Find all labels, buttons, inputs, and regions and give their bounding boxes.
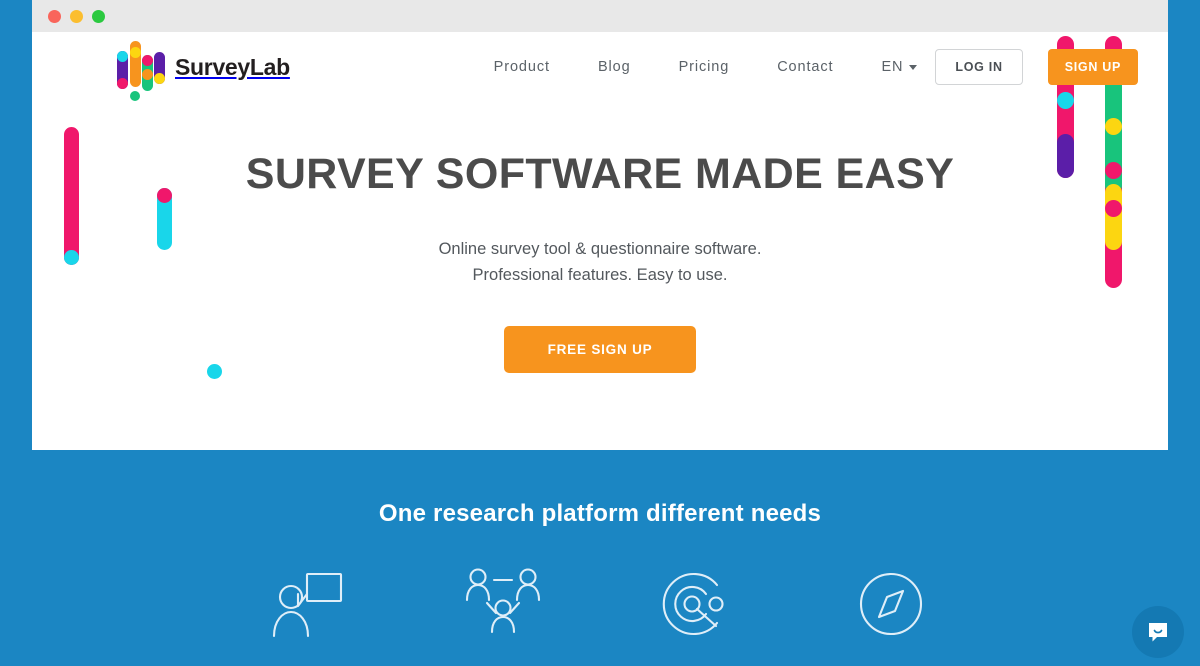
nav-item-blog[interactable]: Blog	[574, 59, 655, 75]
surveylab-bars-logo-icon	[117, 39, 165, 101]
language-selector[interactable]: EN	[857, 59, 935, 75]
brand-logo-link[interactable]: SurveyLab	[117, 39, 290, 101]
hero-subtitle: Online survey tool & questionnaire softw…	[32, 237, 1168, 288]
window-minimize-button[interactable]	[70, 9, 83, 23]
logo-bar-8	[142, 69, 153, 80]
nav-item-pricing[interactable]: Pricing	[655, 59, 754, 75]
chevron-down-icon	[909, 64, 918, 70]
customer-feedback-icon[interactable]	[271, 566, 347, 642]
hero-subtitle-line-2: Professional features. Easy to use.	[472, 265, 728, 284]
site-header: SurveyLab Product Blog Pricing Contact E…	[32, 32, 1168, 102]
logo-bar-7	[142, 55, 153, 66]
website-viewport: SurveyLab Product Blog Pricing Contact E…	[32, 32, 1168, 450]
employee-network-icon[interactable]	[465, 566, 541, 642]
compass-icon[interactable]	[853, 566, 929, 642]
feature-icon-row	[0, 566, 1200, 642]
signup-button[interactable]: SIGN UP	[1047, 49, 1138, 85]
hero-subtitle-line-1: Online survey tool & questionnaire softw…	[438, 240, 762, 258]
logo-bar-10	[154, 73, 165, 84]
nav-item-contact[interactable]: Contact	[753, 59, 857, 75]
logo-bar-5	[130, 91, 140, 101]
logo-bar-2	[117, 78, 128, 89]
hero-section: SURVEY SOFTWARE MADE EASY Online survey …	[32, 102, 1168, 374]
chat-widget-button[interactable]	[1132, 606, 1184, 658]
login-button[interactable]: LOG IN	[935, 49, 1023, 85]
nav-item-product[interactable]: Product	[470, 59, 574, 75]
main-navigation: Product Blog Pricing Contact EN LOG IN S…	[470, 49, 1138, 85]
market-research-icon[interactable]	[659, 566, 735, 642]
feature-band-heading: One research platform different needs	[378, 500, 822, 527]
logo-bar-4	[130, 47, 141, 58]
browser-window: SurveyLab Product Blog Pricing Contact E…	[32, 0, 1168, 450]
logo-bar-1	[117, 51, 128, 62]
hero-title: SURVEY SOFTWARE MADE EASY	[245, 150, 955, 198]
brand-name: SurveyLab	[175, 53, 290, 80]
language-selector-value: EN	[881, 59, 904, 75]
chat-bubble-smile-icon	[1149, 623, 1167, 642]
feature-band: One research platform different needs	[0, 450, 1200, 666]
free-sign-up-button[interactable]: FREE SIGN UP	[503, 326, 697, 374]
window-maximize-button[interactable]	[92, 9, 105, 23]
window-close-button[interactable]	[48, 9, 61, 23]
browser-titlebar	[32, 0, 1168, 32]
